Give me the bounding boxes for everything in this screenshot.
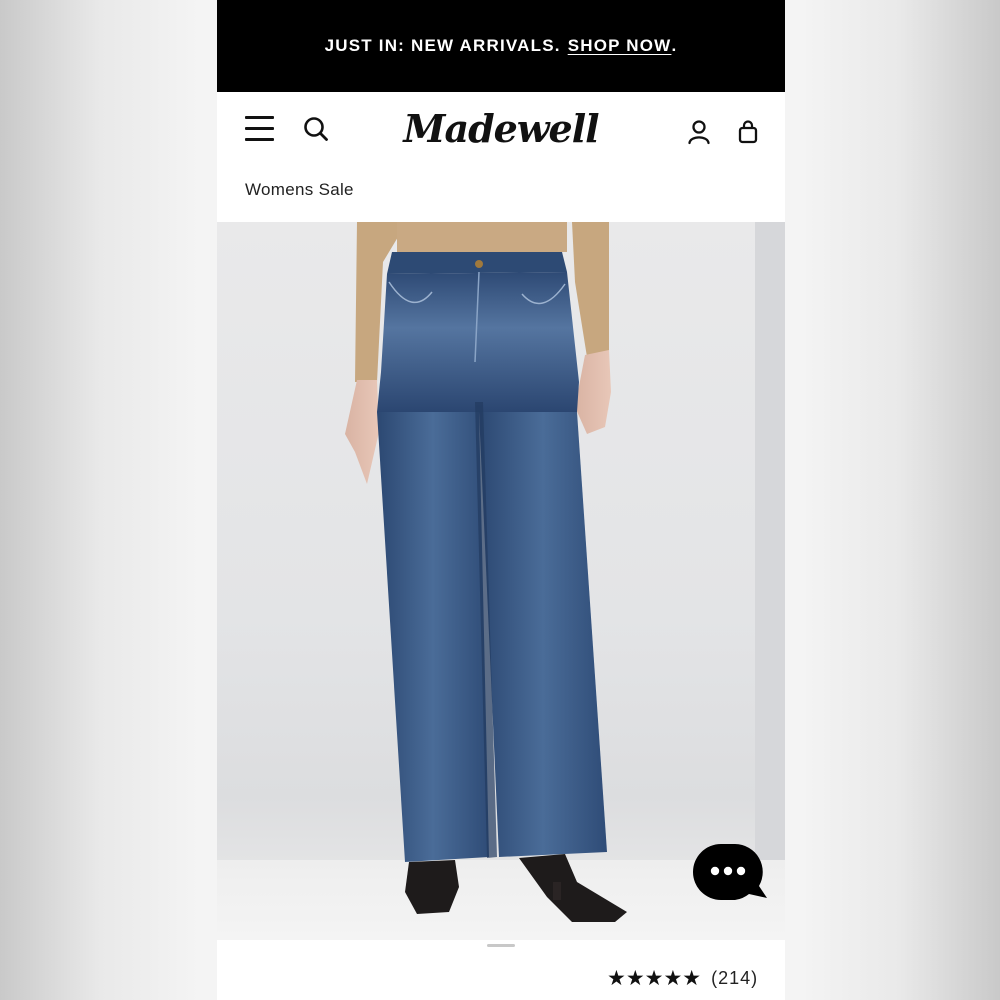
rating-stars: ★★★★★ [607,966,701,991]
promo-text: JUST IN: NEW ARRIVALS. [324,36,561,55]
site-header: Madewell Womens Sale [217,92,785,222]
account-icon[interactable] [687,119,711,145]
shop-now-link[interactable]: SHOP NOW [568,36,672,56]
chat-button[interactable] [691,842,767,900]
product-rating[interactable]: ★★★★★ (214) [607,966,758,991]
promo-suffix: . [671,36,678,55]
chat-icon [693,844,767,900]
review-count[interactable]: (214) [711,968,758,989]
image-carousel-indicator[interactable] [487,944,515,947]
jeans-illustration [345,222,627,922]
rating-stars-glyphs: ★★★★★ [607,967,702,990]
product-image[interactable] [217,222,785,940]
bag-icon[interactable] [737,119,759,145]
breadcrumb-womens-sale[interactable]: Womens Sale [245,180,354,200]
promo-banner: JUST IN: NEW ARRIVALS. SHOP NOW. [217,0,785,92]
phone-screen: JUST IN: NEW ARRIVALS. SHOP NOW. Madewel… [217,0,785,1000]
